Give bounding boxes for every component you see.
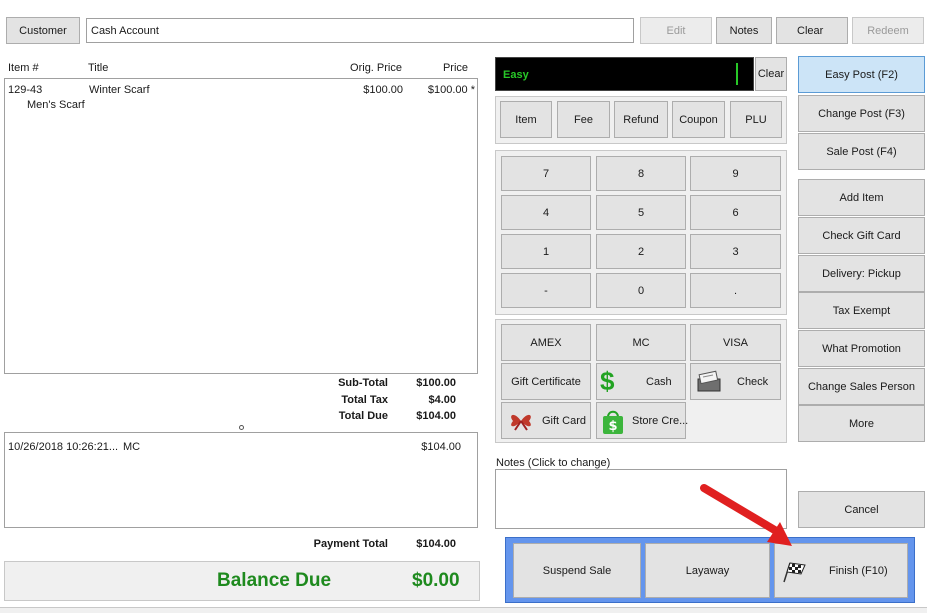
key-6[interactable]: 6 bbox=[690, 195, 781, 230]
gift-certificate-button[interactable]: Gift Certificate bbox=[501, 363, 591, 400]
change-post-button[interactable]: Change Post (F3) bbox=[798, 95, 925, 132]
items-list[interactable]: 129-43 Winter Scarf Men's Scarf $100.00 … bbox=[4, 78, 478, 374]
key-decimal[interactable]: . bbox=[690, 273, 781, 308]
fee-mode-button[interactable]: Fee bbox=[557, 101, 610, 138]
check-button[interactable]: Check bbox=[690, 363, 781, 400]
customer-value: Cash Account bbox=[91, 25, 159, 37]
key-5[interactable]: 5 bbox=[596, 195, 686, 230]
what-promotion-button[interactable]: What Promotion bbox=[798, 330, 925, 367]
header-price: Price bbox=[442, 62, 468, 74]
visa-button[interactable]: VISA bbox=[690, 324, 781, 361]
status-strip bbox=[0, 607, 927, 613]
splitter-handle[interactable] bbox=[239, 425, 244, 430]
redeem-button[interactable]: Redeem bbox=[852, 17, 924, 44]
key-7[interactable]: 7 bbox=[501, 156, 591, 191]
due-label: Total Due bbox=[338, 410, 388, 422]
table-row[interactable]: 129-43 Winter Scarf Men's Scarf $100.00 … bbox=[5, 81, 477, 115]
key-1[interactable]: 1 bbox=[501, 234, 591, 269]
payment-method: MC bbox=[123, 441, 141, 453]
row-item: 129-43 bbox=[8, 84, 43, 96]
gift-card-label: Gift Card bbox=[542, 415, 587, 427]
gift-ribbon-icon bbox=[511, 414, 531, 431]
notes-button[interactable]: Notes bbox=[716, 17, 772, 44]
more-button[interactable]: More bbox=[798, 405, 925, 442]
entry-display[interactable]: Easy bbox=[495, 57, 754, 91]
balance-label: Balance Due bbox=[217, 570, 332, 591]
coupon-mode-button[interactable]: Coupon bbox=[672, 101, 725, 138]
delivery-button[interactable]: Delivery: Pickup bbox=[798, 255, 925, 292]
row-orig-price: $100.00 bbox=[363, 84, 403, 96]
header-orig-price: Orig. Price bbox=[350, 62, 402, 74]
key-3[interactable]: 3 bbox=[690, 234, 781, 269]
svg-text:$: $ bbox=[608, 419, 617, 434]
easy-post-button[interactable]: Easy Post (F2) bbox=[798, 56, 925, 93]
key-2[interactable]: 2 bbox=[596, 234, 686, 269]
payment-date: 10/26/2018 10:26:21... bbox=[8, 441, 119, 453]
plu-mode-button[interactable]: PLU bbox=[730, 101, 782, 138]
key-9[interactable]: 9 bbox=[690, 156, 781, 191]
gift-card-button[interactable]: Gift Card bbox=[501, 402, 591, 439]
row-price: $100.00 * bbox=[427, 84, 475, 96]
shopping-bag-icon: $ bbox=[603, 410, 623, 434]
sale-post-button[interactable]: Sale Post (F4) bbox=[798, 133, 925, 170]
amex-button[interactable]: AMEX bbox=[501, 324, 591, 361]
payment-row[interactable]: 10/26/2018 10:26:21... MC $104.00 bbox=[5, 435, 477, 453]
cash-label: Cash bbox=[646, 376, 672, 388]
row-subtitle: Men's Scarf bbox=[27, 99, 85, 111]
payment-total-value: $104.00 bbox=[416, 538, 456, 550]
balance-panel: Balance Due $0.00 bbox=[4, 561, 480, 601]
tax-value: $4.00 bbox=[428, 394, 456, 406]
change-sales-person-button[interactable]: Change Sales Person bbox=[798, 368, 925, 405]
items-header: Item # Title Orig. Price Price bbox=[4, 57, 478, 77]
tax-exempt-button[interactable]: Tax Exempt bbox=[798, 292, 925, 329]
finish-label: Finish (F10) bbox=[829, 565, 888, 577]
customer-field[interactable]: Cash Account bbox=[86, 18, 634, 43]
clear-button[interactable]: Clear bbox=[776, 17, 848, 44]
check-icon bbox=[697, 370, 721, 392]
entry-clear-button[interactable]: Clear bbox=[755, 57, 787, 91]
cancel-button[interactable]: Cancel bbox=[798, 491, 925, 528]
refund-mode-button[interactable]: Refund bbox=[614, 101, 668, 138]
payment-amount: $104.00 bbox=[421, 441, 461, 453]
tax-label: Total Tax bbox=[341, 394, 388, 406]
header-title: Title bbox=[88, 62, 109, 74]
row-title: Winter Scarf bbox=[89, 84, 150, 96]
header-item: Item # bbox=[8, 62, 39, 74]
add-item-button[interactable]: Add Item bbox=[798, 179, 925, 216]
balance-value: $0.00 bbox=[412, 570, 460, 591]
red-arrow-annotation bbox=[700, 484, 792, 546]
key-0[interactable]: 0 bbox=[596, 273, 686, 308]
check-label: Check bbox=[737, 376, 769, 388]
customer-button[interactable]: Customer bbox=[6, 17, 80, 44]
entry-mode: Easy bbox=[503, 69, 529, 81]
cash-button[interactable]: $ Cash bbox=[596, 363, 686, 400]
suspend-sale-button[interactable]: Suspend Sale bbox=[513, 543, 641, 598]
notes-label: Notes (Click to change) bbox=[496, 457, 611, 469]
payment-total-label: Payment Total bbox=[313, 538, 388, 550]
checkered-flag-icon bbox=[783, 562, 806, 583]
key-8[interactable]: 8 bbox=[596, 156, 686, 191]
check-gift-card-button[interactable]: Check Gift Card bbox=[798, 217, 925, 254]
subtotal-value: $100.00 bbox=[416, 377, 456, 389]
item-mode-button[interactable]: Item bbox=[500, 101, 552, 138]
text-cursor bbox=[736, 63, 738, 85]
subtotal-label: Sub-Total bbox=[338, 377, 388, 389]
store-credit-label: Store Cre... bbox=[632, 415, 689, 427]
key-minus[interactable]: - bbox=[501, 273, 591, 308]
dollar-icon: $ bbox=[600, 366, 615, 396]
due-value: $104.00 bbox=[416, 410, 456, 422]
payments-list[interactable]: 10/26/2018 10:26:21... MC $104.00 bbox=[4, 432, 478, 528]
key-4[interactable]: 4 bbox=[501, 195, 591, 230]
mc-button[interactable]: MC bbox=[596, 324, 686, 361]
edit-button[interactable]: Edit bbox=[640, 17, 712, 44]
store-credit-button[interactable]: $ Store Cre... bbox=[596, 402, 689, 439]
